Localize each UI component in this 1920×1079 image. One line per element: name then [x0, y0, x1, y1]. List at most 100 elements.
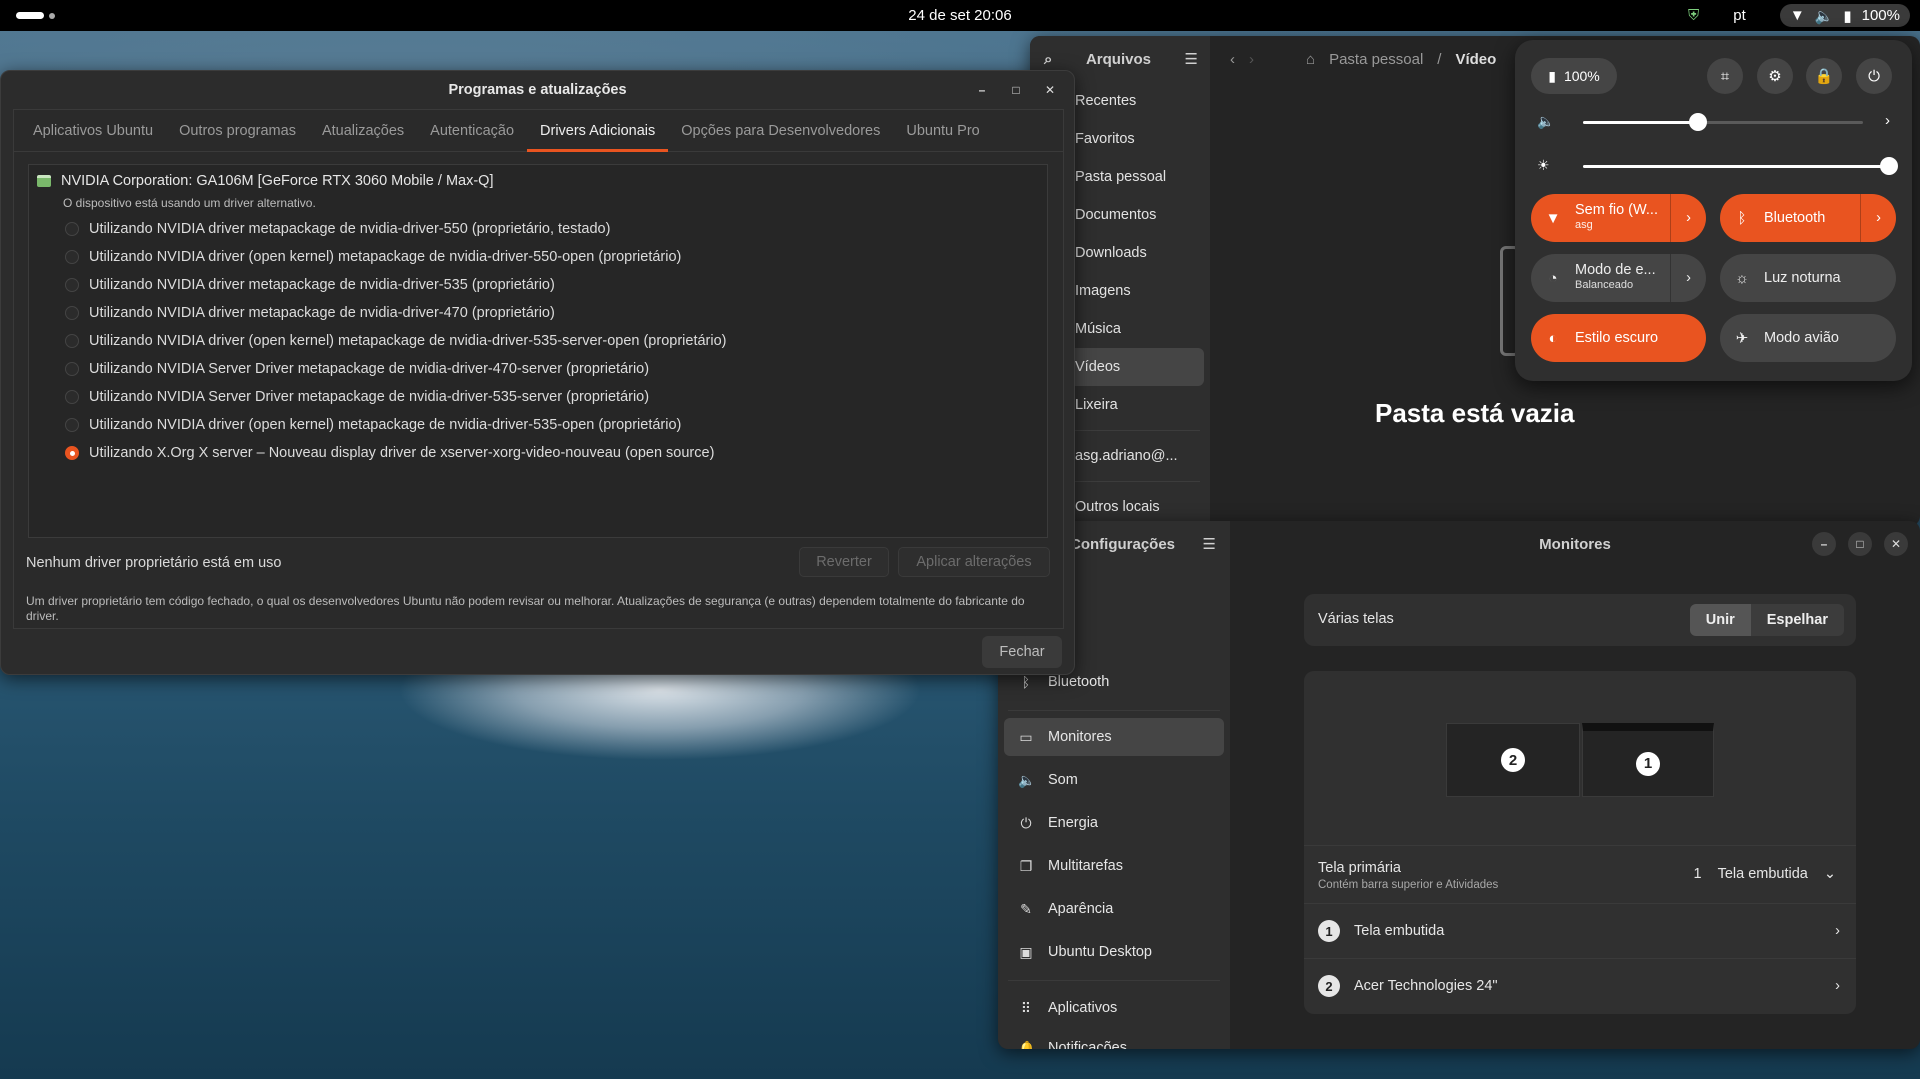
breadcrumb-home[interactable]: Pasta pessoal: [1329, 51, 1423, 68]
radio-button[interactable]: [65, 362, 79, 376]
power-menu-button[interactable]: ⏻: [1856, 58, 1892, 94]
driver-option[interactable]: Utilizando NVIDIA driver metapackage de …: [65, 215, 726, 243]
forward-icon[interactable]: ›: [1249, 51, 1254, 68]
chevron-right-icon[interactable]: ›: [1885, 112, 1890, 129]
sidebar-item-appearance[interactable]: ✎ Aparência: [1004, 890, 1224, 928]
breadcrumb-current[interactable]: Vídeo: [1455, 51, 1496, 68]
driver-option[interactable]: Utilizando NVIDIA Server Driver metapack…: [65, 355, 726, 383]
driver-option[interactable]: Utilizando NVIDIA driver metapackage de …: [65, 271, 726, 299]
radio-button[interactable]: [65, 418, 79, 432]
airplane-mode-toggle[interactable]: ✈ Modo avião: [1720, 314, 1896, 362]
files-title: Arquivos: [1085, 50, 1151, 68]
sidebar-item-sound[interactable]: 🔈 Som: [1004, 761, 1224, 799]
display-arrangement-card: 2 1 Tela primária Contém barra superior …: [1304, 671, 1856, 1014]
chevron-right-icon: ›: [1835, 923, 1840, 939]
minimize-button[interactable]: –: [970, 78, 994, 102]
tab-developer-options[interactable]: Opções para Desenvolvedores: [668, 110, 893, 152]
monitor-number: 2: [1501, 748, 1525, 772]
maximize-button[interactable]: □: [1004, 78, 1028, 102]
sidebar-item-notifications[interactable]: 🔔 Notificações: [1004, 1029, 1224, 1050]
close-button[interactable]: ✕: [1038, 78, 1062, 102]
gear-icon: ⚙: [1768, 68, 1782, 85]
tab-additional-drivers[interactable]: Drivers Adicionais: [527, 110, 669, 152]
sidebar-item-apps[interactable]: ⠿ Aplicativos: [1004, 989, 1224, 1027]
radio-button[interactable]: [65, 250, 79, 264]
display-number: 1: [1318, 920, 1340, 942]
volume-slider-knob[interactable]: [1689, 113, 1707, 131]
close-dialog-button[interactable]: Fechar: [982, 636, 1062, 668]
driver-label: Utilizando NVIDIA driver (open kernel) m…: [89, 417, 682, 433]
settings-button[interactable]: ⚙: [1757, 58, 1793, 94]
radio-button[interactable]: [65, 278, 79, 292]
battery-button[interactable]: ▮ 100%: [1531, 58, 1617, 94]
input-language[interactable]: pt: [1733, 7, 1746, 24]
graphics-card-icon: [37, 175, 51, 187]
revert-button[interactable]: Reverter: [799, 547, 889, 577]
menu-icon[interactable]: ☰: [1185, 50, 1198, 68]
dark-style-toggle[interactable]: ◐ Estilo escuro: [1531, 314, 1706, 362]
driver-option[interactable]: Utilizando NVIDIA driver (open kernel) m…: [65, 327, 726, 355]
power-mode-toggle[interactable]: ◔ Modo de e... Balanceado ›: [1531, 254, 1706, 302]
apply-changes-button[interactable]: Aplicar alterações: [898, 547, 1050, 577]
sidebar-item-label: Aparência: [1048, 901, 1114, 917]
bluetooth-icon: ᛒ: [1737, 209, 1747, 227]
wifi-toggle[interactable]: ▼ Sem fio (W... asg ›: [1531, 194, 1706, 242]
driver-option[interactable]: Utilizando NVIDIA driver metapackage de …: [65, 299, 726, 327]
display-row-builtin[interactable]: 1 Tela embutida ›: [1304, 904, 1856, 958]
search-icon[interactable]: ⌕: [1044, 51, 1052, 68]
clock[interactable]: 24 de set 20:06: [0, 7, 1920, 24]
system-tray: ⛨ pt ▼ 🔈 ▮ 100%: [1688, 4, 1910, 27]
menu-icon[interactable]: ☰: [1203, 535, 1216, 553]
night-light-toggle[interactable]: ☼ Luz noturna: [1720, 254, 1896, 302]
power-mode-expand-button[interactable]: ›: [1670, 254, 1706, 302]
volume-slider-fill: [1583, 121, 1698, 124]
bluetooth-expand-button[interactable]: ›: [1860, 194, 1896, 242]
volume-slider[interactable]: [1583, 113, 1863, 131]
lock-button[interactable]: 🔒: [1806, 58, 1842, 94]
driver-option-selected[interactable]: Utilizando X.Org X server – Nouveau disp…: [65, 439, 726, 467]
driver-option[interactable]: Utilizando NVIDIA driver (open kernel) m…: [65, 243, 726, 271]
sidebar-item-ubuntu-desktop[interactable]: ▣ Ubuntu Desktop: [1004, 933, 1224, 971]
sidebar-item-monitors[interactable]: ▭ Monitores: [1004, 718, 1224, 756]
ubuntu-desktop-icon: ▣: [1019, 943, 1033, 960]
monitor-1-preview[interactable]: 1: [1582, 723, 1714, 797]
brightness-slider[interactable]: [1583, 157, 1898, 175]
shield-icon[interactable]: ⛨: [1688, 7, 1699, 24]
join-button[interactable]: Unir: [1689, 604, 1751, 636]
system-menu-button[interactable]: ▼ 🔈 ▮ 100%: [1779, 4, 1910, 27]
settings-window: Configurações ☰ i e ᛒBluetooth ▭Monitore…: [998, 521, 1920, 1049]
driver-label: Utilizando NVIDIA driver (open kernel) m…: [89, 249, 682, 265]
monitor-2-preview[interactable]: 2: [1446, 723, 1580, 797]
display-row-acer[interactable]: 2 Acer Technologies 24" ›: [1304, 959, 1856, 1013]
maximize-button[interactable]: □: [1848, 532, 1872, 556]
wifi-expand-button[interactable]: ›: [1670, 194, 1706, 242]
radio-button-selected[interactable]: [65, 446, 79, 460]
sidebar-item-multitasking[interactable]: ❐ Multitarefas: [1004, 847, 1224, 885]
radio-button[interactable]: [65, 306, 79, 320]
tab-authentication[interactable]: Autenticação: [417, 110, 527, 152]
tab-ubuntu-pro[interactable]: Ubuntu Pro: [893, 110, 992, 152]
radio-button[interactable]: [65, 334, 79, 348]
primary-display-label: Tela primária: [1318, 860, 1401, 876]
display-mode-toggle: Unir Espelhar: [1689, 604, 1844, 636]
back-icon[interactable]: ‹: [1230, 51, 1235, 68]
sidebar-item-power[interactable]: ⏻ Energia: [1004, 804, 1224, 842]
driver-option[interactable]: Utilizando NVIDIA Server Driver metapack…: [65, 383, 726, 411]
driver-option[interactable]: Utilizando NVIDIA driver (open kernel) m…: [65, 411, 726, 439]
primary-display-dropdown[interactable]: 1 Tela embutida ⌄: [1693, 866, 1836, 882]
tab-ubuntu-software[interactable]: Aplicativos Ubuntu: [20, 110, 166, 152]
airplane-icon: ✈: [1735, 330, 1749, 347]
bluetooth-toggle[interactable]: ᛒ Bluetooth ›: [1720, 194, 1896, 242]
brightness-slider-knob[interactable]: [1880, 157, 1898, 175]
mirror-button[interactable]: Espelhar: [1750, 604, 1844, 636]
radio-button[interactable]: [65, 390, 79, 404]
screenshot-button[interactable]: ⌗: [1707, 58, 1743, 94]
radio-button[interactable]: [65, 222, 79, 236]
minimize-button[interactable]: –: [1812, 532, 1836, 556]
device-header: NVIDIA Corporation: GA106M [GeForce RTX …: [37, 173, 494, 189]
multitask-icon: ❐: [1019, 857, 1033, 874]
close-button[interactable]: ✕: [1884, 532, 1908, 556]
tab-other-software[interactable]: Outros programas: [166, 110, 309, 152]
tab-updates[interactable]: Atualizações: [309, 110, 417, 152]
bell-icon: 🔔: [1018, 1039, 1036, 1050]
